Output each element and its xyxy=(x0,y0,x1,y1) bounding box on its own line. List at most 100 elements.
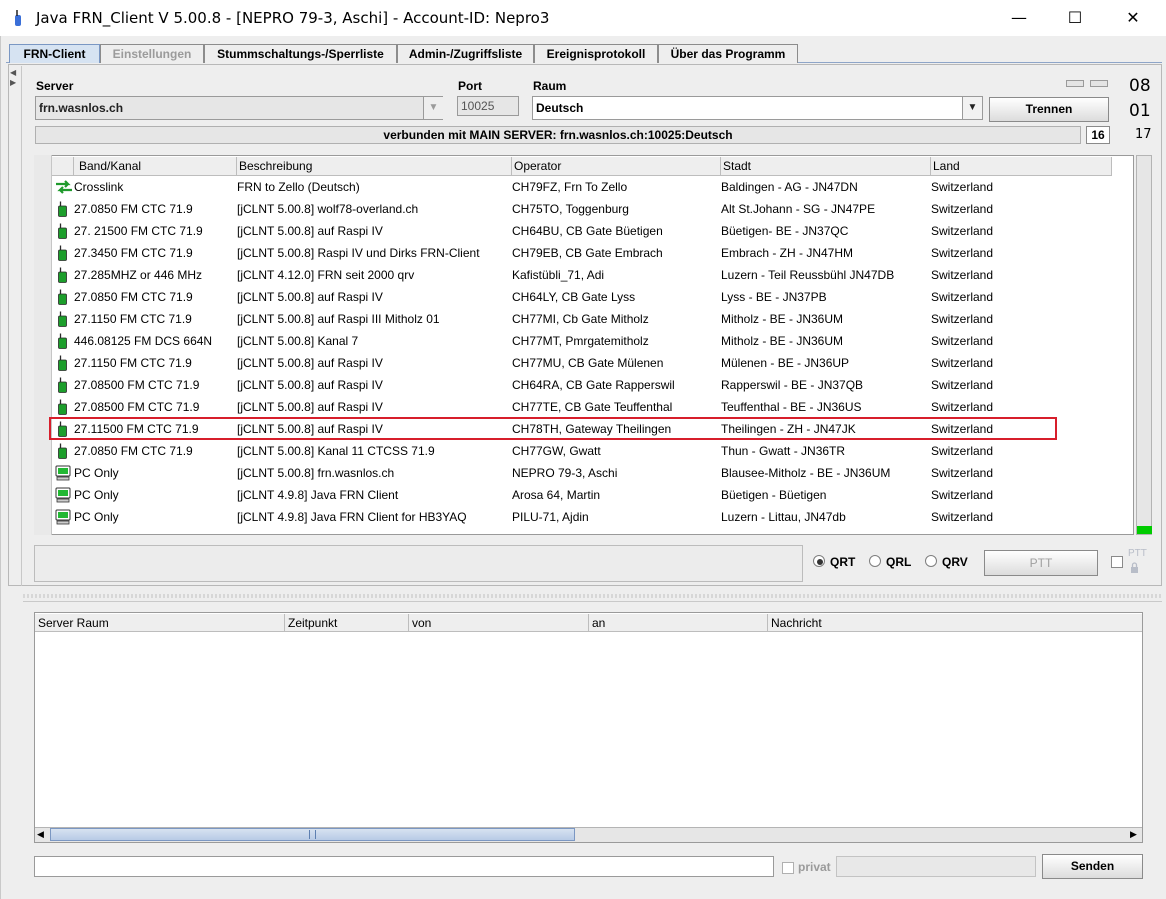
tab-ereignisprotokoll[interactable]: Ereignisprotokoll xyxy=(534,44,658,63)
cell-land: Switzerland xyxy=(931,180,994,194)
col-header-beschreibung[interactable]: Beschreibung xyxy=(237,157,512,176)
disconnect-button[interactable]: Trennen xyxy=(989,97,1109,122)
radio-gateway-icon xyxy=(55,333,71,349)
tab-stummschaltung[interactable]: Stummschaltungs-/Sperrliste xyxy=(204,44,397,63)
radio-qrv[interactable] xyxy=(925,555,937,567)
msg-col-zeitpunkt[interactable]: Zeitpunkt xyxy=(285,614,409,632)
table-header-icon xyxy=(52,157,74,176)
minimize-button[interactable]: — xyxy=(996,0,1042,36)
selected-row-highlight xyxy=(49,417,1057,440)
user-list-scrollbar[interactable] xyxy=(1136,155,1152,535)
tab-admin-zugriff[interactable]: Admin-/Zugriffsliste xyxy=(397,44,534,63)
side-number-minutes: 01 xyxy=(1129,101,1151,121)
cell-land: Switzerland xyxy=(931,334,994,348)
table-row[interactable]: 27.0850 FM CTC 71.9 [jCLNT 5.00.8] wolf78… xyxy=(52,198,1134,220)
cell-land: Switzerland xyxy=(931,444,994,458)
table-row[interactable]: 27.285MHZ or 446 MHz [jCLNT 4.12.0] FRN s… xyxy=(52,264,1134,286)
cell-beschreibung: [jCLNT 5.00.8] Raspi IV und Dirks FRN-Cl… xyxy=(237,246,480,260)
cell-land: Switzerland xyxy=(931,224,994,238)
server-dropdown-arrow-icon[interactable]: ▼ xyxy=(423,97,443,119)
audio-level-indicator xyxy=(1137,526,1152,534)
table-row[interactable]: 27.1150 FM CTC 71.9 [jCLNT 5.00.8] auf Ra… xyxy=(52,352,1134,374)
panel-splitter[interactable] xyxy=(23,594,1162,598)
col-header-operator[interactable]: Operator xyxy=(512,157,721,176)
tab-einstellungen[interactable]: Einstellungen xyxy=(100,44,204,63)
indicator-led-2 xyxy=(1090,80,1108,87)
table-row[interactable]: 27.3450 FM CTC 71.9 [jCLNT 5.00.8] Raspi … xyxy=(52,242,1134,264)
table-row[interactable]: 27.0850 FM CTC 71.9 [jCLNT 5.00.8] Kanal … xyxy=(52,440,1134,462)
tab-ueber-programm[interactable]: Über das Programm xyxy=(658,44,798,63)
indicator-led-1 xyxy=(1066,80,1084,87)
msg-col-nachricht[interactable]: Nachricht xyxy=(768,614,1142,632)
cell-land: Switzerland xyxy=(931,466,994,480)
table-row[interactable]: PC Only [jCLNT 5.00.8] frn.wasnlos.ch NEPR… xyxy=(52,462,1134,484)
cell-operator: CH77MI, Cb Gate Mitholz xyxy=(512,312,649,326)
cell-beschreibung: [jCLNT 5.00.8] auf Raspi IV xyxy=(237,224,383,238)
cell-stadt: Rapperswil - BE - JN37QB xyxy=(721,378,864,392)
private-recipient-field[interactable] xyxy=(836,856,1036,877)
msg-col-server-raum[interactable]: Server Raum xyxy=(35,614,285,632)
cell-stadt: Teuffenthal - BE - JN36US xyxy=(721,400,862,414)
cell-beschreibung: [jCLNT 4.9.8] Java FRN Client for HB3YAQ xyxy=(237,510,467,524)
table-row[interactable]: PC Only [jCLNT 4.9.8] Java FRN Client for… xyxy=(52,506,1134,528)
msg-col-von[interactable]: von xyxy=(409,614,589,632)
table-row[interactable]: PC Only [jCLNT 4.9.8] Java FRN Client Aros… xyxy=(52,484,1134,506)
room-dropdown-arrow-icon[interactable]: ▼ xyxy=(962,97,982,119)
cell-band: PC Only xyxy=(74,466,119,480)
radio-gateway-icon xyxy=(55,377,71,393)
cell-land: Switzerland xyxy=(931,400,994,414)
cell-stadt: Baldingen - AG - JN47DN xyxy=(721,180,858,194)
table-row[interactable]: 27.08500 FM CTC 71.9 [jCLNT 5.00.8] auf R… xyxy=(52,396,1134,418)
scroll-right-icon[interactable]: ▶ xyxy=(1130,829,1137,840)
col-header-land[interactable]: Land xyxy=(931,157,1112,176)
port-input[interactable]: 10025 xyxy=(457,96,519,116)
message-input[interactable] xyxy=(34,856,774,877)
pc-monitor-icon xyxy=(55,509,71,525)
cell-land: Switzerland xyxy=(931,510,994,524)
maximize-button[interactable]: ☐ xyxy=(1052,0,1098,36)
cell-operator: CH77TE, CB Gate Teuffenthal xyxy=(512,400,673,414)
ptt-button[interactable]: PTT xyxy=(984,550,1098,576)
table-row[interactable]: 27.1150 FM CTC 71.9 [jCLNT 5.00.8] auf Ra… xyxy=(52,308,1134,330)
collapse-strip[interactable]: ◀ ▶ xyxy=(8,66,22,586)
cell-operator: CH77MU, CB Gate Mülenen xyxy=(512,356,664,370)
cell-band: 27.1150 FM CTC 71.9 xyxy=(74,312,192,326)
col-header-band[interactable]: Band/Kanal xyxy=(74,157,237,176)
tab-frn-client[interactable]: FRN-Client xyxy=(9,44,100,63)
user-table-body: Crosslink FRN to Zello (Deutsch) CH79FZ, F… xyxy=(52,176,1134,528)
radio-qrt-label: QRT xyxy=(830,555,856,569)
cell-operator: CH64RA, CB Gate Rapperswil xyxy=(512,378,675,392)
private-checkbox[interactable] xyxy=(782,862,794,874)
cell-beschreibung: [jCLNT 5.00.8] frn.wasnlos.ch xyxy=(237,466,395,480)
table-row[interactable]: 27. 21500 FM CTC 71.9 [jCLNT 5.00.8] auf … xyxy=(52,220,1134,242)
cell-beschreibung: [jCLNT 4.9.8] Java FRN Client xyxy=(237,488,399,502)
radio-gateway-icon xyxy=(55,201,71,217)
col-header-stadt[interactable]: Stadt xyxy=(721,157,931,176)
msg-col-an[interactable]: an xyxy=(589,614,768,632)
connection-status: verbunden mit MAIN SERVER: frn.wasnlos.c… xyxy=(35,126,1081,144)
cell-beschreibung: [jCLNT 4.12.0] FRN seit 2000 qrv xyxy=(237,268,415,282)
collapse-arrow-icon: ◀ xyxy=(10,68,17,77)
ptt-lock-checkbox[interactable] xyxy=(1111,556,1123,568)
user-count-badge: 16 xyxy=(1086,126,1110,144)
cell-band: PC Only xyxy=(74,488,119,502)
table-row[interactable]: 27.0850 FM CTC 71.9 [jCLNT 5.00.8] auf Ra… xyxy=(52,286,1134,308)
table-row[interactable]: 27.08500 FM CTC 71.9 [jCLNT 5.00.8] auf R… xyxy=(52,374,1134,396)
radio-qrl[interactable] xyxy=(869,555,881,567)
radio-qrt[interactable] xyxy=(813,555,825,567)
close-button[interactable]: ✕ xyxy=(1110,0,1156,36)
radio-gateway-icon xyxy=(55,223,71,239)
server-input[interactable]: frn.wasnlos.ch xyxy=(35,96,443,120)
table-row[interactable]: 446.08125 FM DCS 664N [jCLNT 5.00.8] Kana… xyxy=(52,330,1134,352)
cell-band: 27.08500 FM CTC 71.9 xyxy=(74,400,200,414)
cell-land: Switzerland xyxy=(931,290,994,304)
ptt-lock-label: PTT xyxy=(1128,548,1147,559)
room-select[interactable]: Deutsch xyxy=(532,96,983,120)
table-row[interactable]: Crosslink FRN to Zello (Deutsch) CH79FZ, F… xyxy=(52,176,1134,198)
talk-status-box xyxy=(34,545,803,582)
cell-operator: CH79EB, CB Gate Embrach xyxy=(512,246,663,260)
scroll-left-icon[interactable]: ◀ xyxy=(37,829,44,840)
send-button[interactable]: Senden xyxy=(1042,854,1143,879)
cell-operator: CH75TO, Toggenburg xyxy=(512,202,629,216)
side-number-seconds: 17 xyxy=(1135,127,1152,142)
